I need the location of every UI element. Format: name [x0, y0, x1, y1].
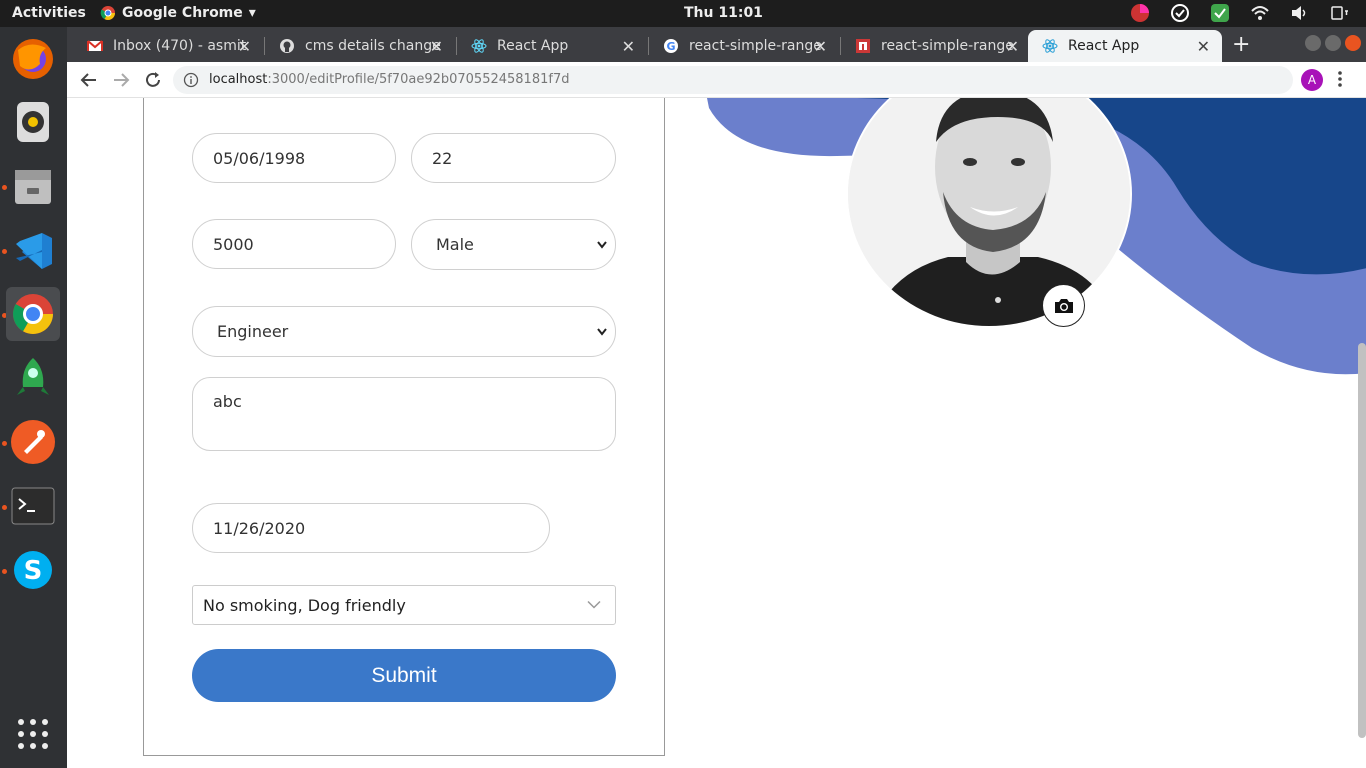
chevron-down-icon: ▾ — [248, 5, 256, 21]
submit-button[interactable]: Submit — [192, 649, 616, 702]
tab-react-app[interactable]: React App ✕ — [457, 30, 647, 62]
chrome-icon[interactable] — [6, 287, 60, 341]
sync-check-icon[interactable] — [1170, 3, 1190, 23]
application-dock: S — [0, 27, 67, 768]
preferences-multiselect[interactable]: No smoking, Dog friendly — [192, 585, 616, 625]
edit-profile-form: 05/06/1998 22 5000 Male Engineer abc 11/… — [143, 98, 665, 756]
gender-select[interactable]: Male — [411, 219, 616, 270]
dob-input[interactable]: 05/06/1998 — [192, 133, 396, 183]
svg-text:G: G — [666, 40, 675, 53]
tab-github[interactable]: cms details change ✕ — [265, 30, 455, 62]
profession-select-value: Engineer — [217, 322, 289, 341]
show-applications-icon[interactable] — [6, 707, 60, 761]
rhythmbox-icon[interactable] — [6, 95, 60, 149]
tab-label: Inbox (470) - asmit — [113, 38, 247, 54]
tab-npm[interactable]: react-simple-range ✕ — [841, 30, 1031, 62]
change-photo-button[interactable] — [1042, 284, 1085, 327]
profession-select[interactable]: Engineer — [192, 306, 616, 357]
date-input[interactable]: 11/26/2020 — [192, 503, 550, 553]
browser-toolbar: localhost:3000/editProfile/5f70ae92b0705… — [67, 62, 1366, 98]
app-menu-label: Google Chrome — [122, 5, 243, 21]
chevron-down-icon — [597, 240, 607, 249]
close-icon[interactable]: ✕ — [1197, 37, 1210, 56]
terminal-icon[interactable] — [6, 479, 60, 533]
tab-gmail[interactable]: Inbox (470) - asmit ✕ — [73, 30, 263, 62]
disk-indicator-icon[interactable] — [1130, 3, 1150, 23]
chevron-down-icon — [597, 327, 607, 336]
salary-input[interactable]: 5000 — [192, 219, 396, 269]
age-input[interactable]: 22 — [411, 133, 616, 183]
new-tab-button[interactable]: + — [1232, 32, 1250, 57]
clock[interactable]: Thu 11:01 — [684, 5, 763, 21]
activities-button[interactable]: Activities — [12, 5, 86, 21]
url-host: localhost — [209, 72, 268, 87]
gmail-icon — [87, 40, 103, 51]
arrow-left-icon — [80, 73, 96, 87]
minimize-window-button[interactable] — [1305, 35, 1321, 51]
back-button[interactable] — [77, 68, 101, 92]
tab-google-search[interactable]: G react-simple-range ✕ — [649, 30, 839, 62]
close-icon[interactable]: ✕ — [1006, 37, 1019, 56]
close-icon[interactable]: ✕ — [622, 37, 635, 56]
close-icon[interactable]: ✕ — [238, 37, 251, 56]
reload-icon — [146, 72, 160, 87]
arrow-right-icon — [114, 73, 130, 87]
page-content: 05/06/1998 22 5000 Male Engineer abc 11/… — [67, 98, 1366, 768]
profile-avatar[interactable]: A — [1301, 69, 1323, 91]
update-shield-icon[interactable] — [1210, 3, 1230, 23]
close-icon[interactable]: ✕ — [430, 37, 443, 56]
chevron-down-icon — [587, 600, 601, 609]
system-top-bar: Activities Google Chrome ▾ Thu 11:01 — [0, 0, 1366, 27]
volume-icon[interactable] — [1290, 3, 1310, 23]
url-path: :3000/editProfile/5f70ae92b070552458181f… — [267, 72, 570, 87]
system-menu-icon[interactable] — [1330, 3, 1350, 23]
close-icon[interactable]: ✕ — [814, 37, 827, 56]
forward-button[interactable] — [109, 68, 133, 92]
firefox-icon[interactable] — [6, 32, 60, 86]
page-scrollbar[interactable] — [1358, 343, 1366, 738]
gender-select-value: Male — [436, 235, 474, 254]
maximize-window-button[interactable] — [1325, 35, 1341, 51]
postman-icon[interactable] — [6, 415, 60, 469]
info-icon[interactable] — [183, 72, 199, 88]
reload-button[interactable] — [141, 68, 165, 92]
google-icon: G — [664, 39, 678, 53]
react-icon — [1042, 39, 1058, 53]
tab-label: cms details change — [305, 38, 441, 54]
close-window-button[interactable] — [1345, 35, 1361, 51]
github-icon — [280, 39, 294, 53]
about-textarea[interactable]: abc — [192, 377, 616, 451]
tab-label: react-simple-range — [689, 38, 822, 54]
preferences-value: No smoking, Dog friendly — [203, 595, 406, 615]
camera-icon — [1054, 298, 1073, 313]
wifi-icon[interactable] — [1250, 3, 1270, 23]
more-menu-icon[interactable] — [1337, 70, 1343, 88]
skype-icon[interactable]: S — [6, 543, 60, 597]
npm-icon — [856, 39, 870, 53]
vscode-icon[interactable] — [6, 224, 60, 278]
url-text: localhost:3000/editProfile/5f70ae92b0705… — [209, 72, 569, 87]
svg-text:S: S — [24, 556, 43, 586]
tab-label: React App — [1068, 38, 1140, 54]
tab-label: React App — [497, 38, 569, 54]
files-icon[interactable] — [6, 160, 60, 214]
react-icon — [471, 39, 487, 53]
tab-react-app-active[interactable]: React App ✕ — [1028, 30, 1222, 62]
browser-tab-strip: Inbox (470) - asmit ✕ cms details change… — [67, 27, 1366, 62]
tab-label: react-simple-range — [881, 38, 1014, 54]
app-menu[interactable]: Google Chrome ▾ — [100, 5, 256, 21]
rocket-app-icon[interactable] — [6, 351, 60, 405]
address-bar[interactable]: localhost:3000/editProfile/5f70ae92b0705… — [173, 66, 1293, 94]
chrome-small-icon — [100, 6, 115, 20]
